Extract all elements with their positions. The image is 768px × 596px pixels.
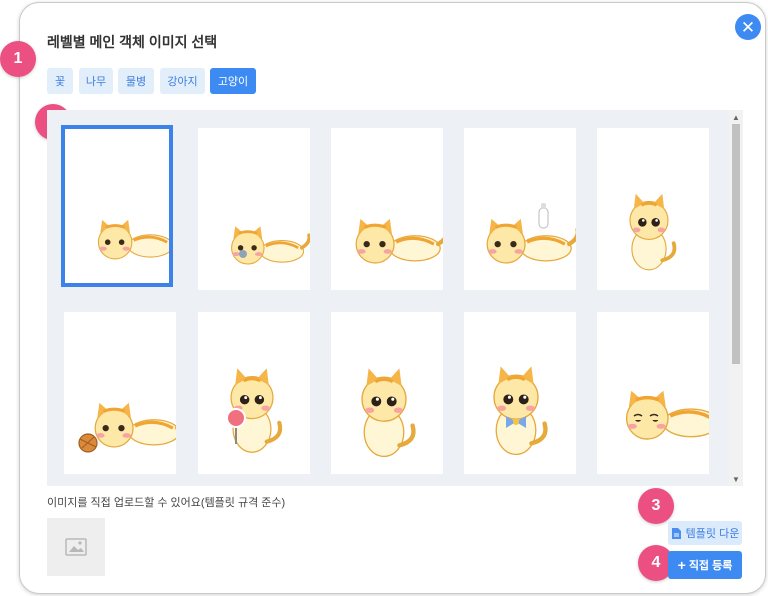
file-icon [671, 527, 681, 539]
tab-cat[interactable]: 고양이 [210, 68, 256, 94]
image-card[interactable] [464, 312, 576, 474]
plus-icon: + [677, 557, 686, 573]
cat-image [78, 312, 176, 453]
image-card[interactable] [198, 128, 310, 290]
direct-register-label: 직접 등록 [688, 560, 733, 572]
image-card[interactable] [597, 312, 709, 474]
grid-scrollbar[interactable]: ▲ ▼ [729, 110, 743, 486]
cat-image [226, 312, 310, 474]
image-card[interactable] [464, 128, 576, 290]
image-card[interactable] [61, 125, 173, 287]
cat-image [331, 128, 443, 290]
cat-image [464, 203, 576, 290]
scroll-down-icon[interactable]: ▼ [729, 472, 743, 486]
tab-flower[interactable]: 꽃 [47, 68, 73, 94]
step-marker-3: 3 [638, 488, 674, 524]
tab-water-bottle[interactable]: 물병 [118, 68, 154, 94]
close-icon[interactable]: ✕ [735, 14, 761, 40]
cat-image [597, 312, 709, 474]
cat-image [331, 312, 443, 474]
scroll-thumb[interactable] [732, 124, 740, 364]
image-card[interactable] [331, 128, 443, 290]
cat-image [96, 218, 169, 261]
tab-tree[interactable]: 나무 [79, 68, 113, 94]
image-card[interactable] [597, 128, 709, 290]
cat-image [229, 224, 310, 266]
image-card[interactable] [198, 312, 310, 474]
image-placeholder-icon [65, 538, 87, 556]
cat-image [464, 312, 576, 474]
template-download-label: 템플릿 다운 [685, 528, 740, 540]
cat-image [628, 191, 677, 272]
upload-thumbnail[interactable] [47, 518, 105, 576]
step-marker-1: 1 [0, 41, 36, 77]
upload-label: 이미지를 직접 업로드할 수 있어요(템플릿 규격 준수) [47, 497, 286, 509]
image-card[interactable] [331, 312, 443, 474]
dialog-title: 레벨별 메인 객체 이미지 선택 [47, 34, 218, 50]
template-download-button[interactable]: 템플릿 다운 [668, 521, 742, 545]
scroll-up-icon[interactable]: ▲ [729, 110, 743, 124]
direct-register-button[interactable]: + 직접 등록 [668, 551, 742, 579]
tab-puppy[interactable]: 강아지 [160, 68, 205, 94]
image-card[interactable] [64, 312, 176, 474]
